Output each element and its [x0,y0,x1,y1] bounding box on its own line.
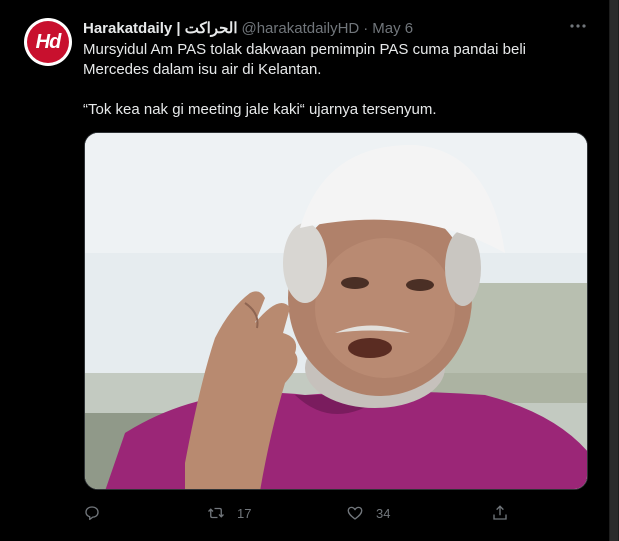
retweet-count: 17 [237,505,252,521]
like-count: 34 [376,505,391,521]
more-dots-icon [570,24,586,28]
retweet-icon [208,507,224,519]
user-handle[interactable]: @harakatdailyHD [241,20,359,37]
reply-button[interactable] [83,502,113,524]
tweet-text: Mursyidul Am PAS tolak dakwaan pemimpin … [83,40,583,120]
separator-dot: · [363,19,369,37]
tweet-date[interactable]: May 6 [372,20,413,37]
display-name[interactable]: Harakatdaily | الحراكت [83,19,237,37]
avatar-logo: Hd [27,21,69,63]
more-button[interactable] [568,16,588,36]
reply-icon [85,506,99,521]
avatar[interactable]: Hd [24,18,72,66]
tweet-text-line: Mursyidul Am PAS tolak dakwaan pemimpin … [83,41,526,58]
share-icon [493,505,507,520]
tweet-actions: 17 34 [83,502,513,524]
photo-illustration [85,133,587,489]
tweet[interactable]: Hd Harakatdaily | الحراكت @harakatdailyH… [0,0,609,541]
tweet-text-line: Mercedes dalam isu air di Kelantan. [83,61,322,78]
scrollbar-thumb[interactable] [610,0,618,541]
scrollbar[interactable] [609,0,619,541]
tweet-header: Harakatdaily | الحراكت @harakatdailyHD ·… [83,18,413,38]
like-button[interactable]: 34 [346,502,390,524]
retweet-button[interactable]: 17 [207,502,251,524]
share-button[interactable] [491,502,509,524]
tweet-text-line: “Tok kea nak gi meeting jale kaki“ ujarn… [83,101,437,118]
tweet-photo[interactable] [84,132,588,490]
heart-icon [347,506,363,520]
